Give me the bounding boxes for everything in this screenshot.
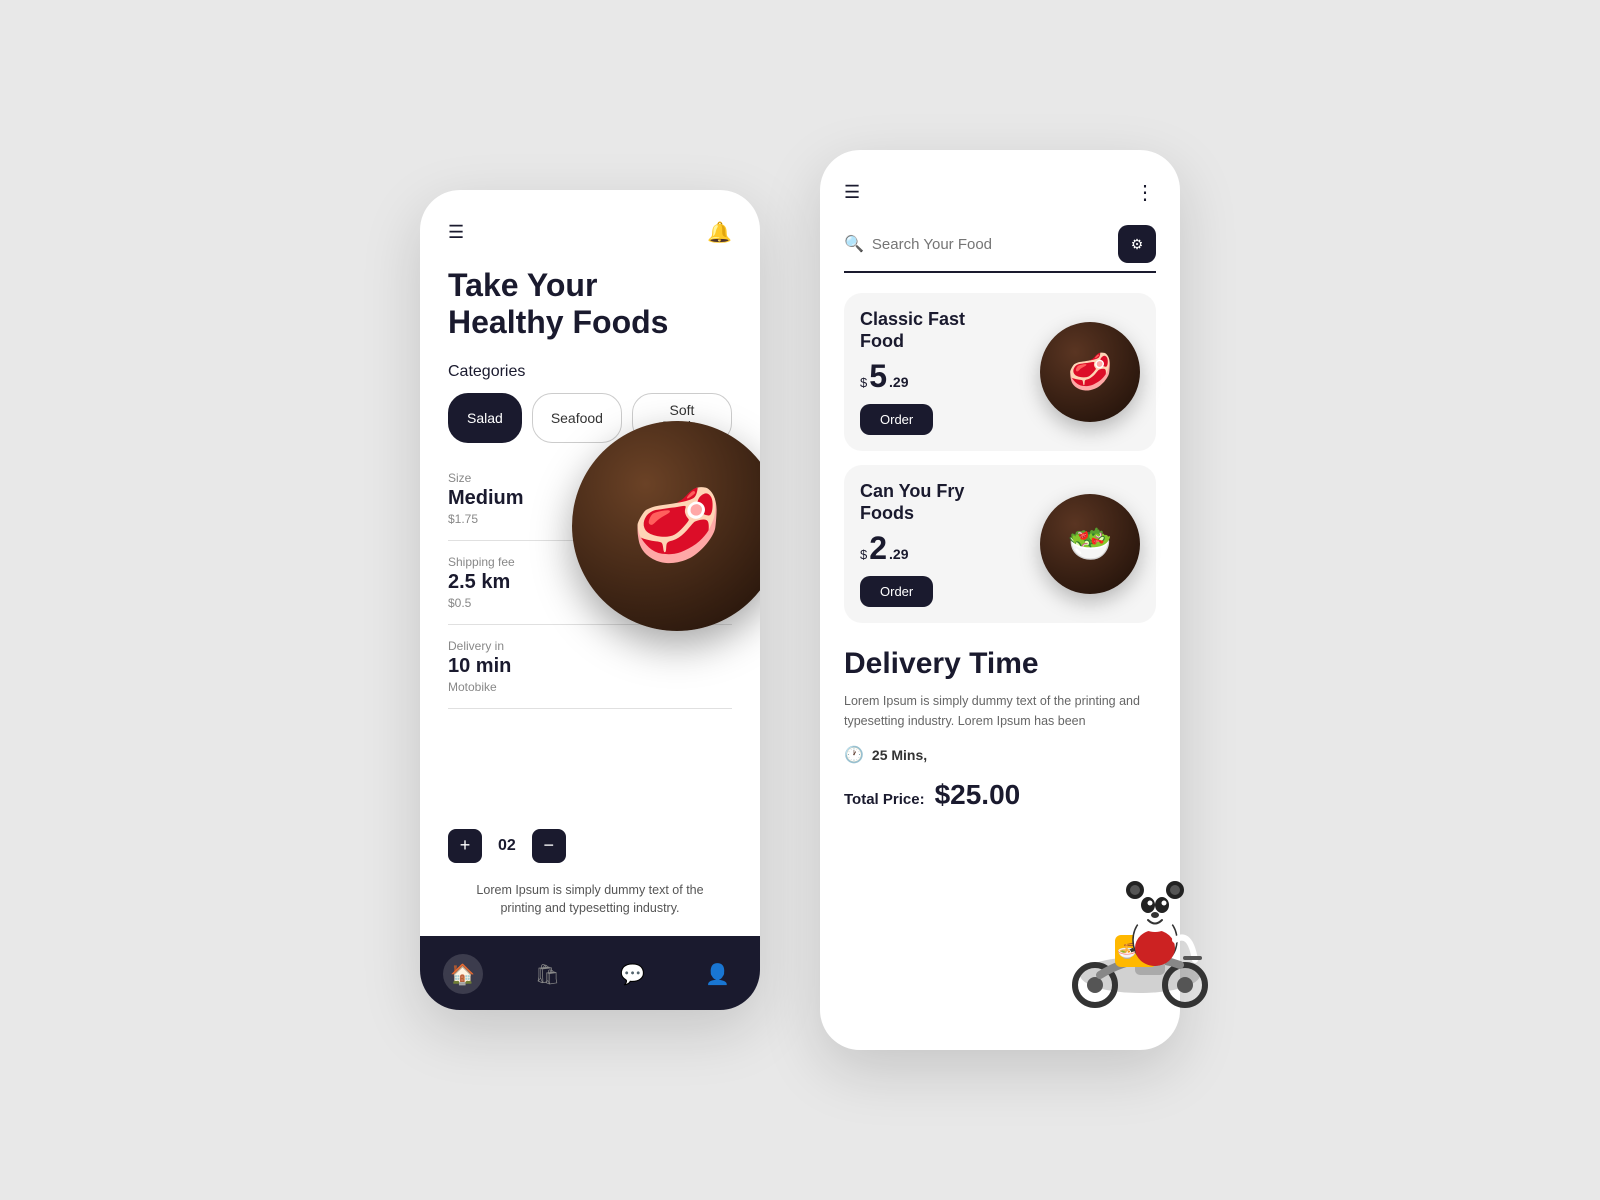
qty-decrease-button[interactable]: − bbox=[532, 829, 566, 863]
card-2-image: 🥗 bbox=[1040, 494, 1140, 594]
hero-title: Take Your Healthy Foods bbox=[448, 267, 732, 341]
delivery-mode: Motobike bbox=[448, 680, 622, 694]
filter-button[interactable]: ⚙ bbox=[1118, 225, 1156, 263]
dollar-sign-2: $ bbox=[860, 547, 867, 562]
right-hamburger-icon[interactable]: ☰ bbox=[844, 182, 860, 203]
delivery-time-value: 10 min bbox=[448, 655, 622, 678]
categories-label: Categories bbox=[448, 363, 732, 381]
clock-icon: 🕐 bbox=[844, 745, 864, 765]
delivery-detail: Delivery in 10 min Motobike bbox=[448, 639, 732, 709]
delivery-desc: Lorem Ipsum is simply dummy text of the … bbox=[844, 691, 1156, 731]
nav-chat-icon[interactable]: 💬 bbox=[613, 954, 653, 994]
qty-value: 02 bbox=[498, 837, 516, 855]
nav-bag-icon[interactable]: 🛍 bbox=[528, 954, 568, 994]
search-icon: 🔍 bbox=[844, 234, 864, 254]
delivery-time-row: 🕐 25 Mins, bbox=[844, 745, 1156, 765]
left-top-bar: ☰ 🔔 bbox=[448, 220, 732, 245]
shipping-price: $0.5 bbox=[448, 596, 622, 610]
order-button-2[interactable]: Order bbox=[860, 576, 933, 607]
tag-salad[interactable]: Salad bbox=[448, 393, 522, 443]
card-2-price: $ 2 .29 bbox=[860, 532, 1028, 564]
delivery-in-label: Delivery in bbox=[448, 639, 622, 653]
filter-icon: ⚙ bbox=[1131, 236, 1144, 253]
panda-mascot: 🍜 bbox=[1060, 810, 1220, 1010]
food-details: 🥩 Size Medium $1.75 Shipping fee 2.5 km … bbox=[448, 471, 732, 863]
nav-home-icon[interactable]: 🏠 bbox=[443, 954, 483, 994]
search-input[interactable] bbox=[872, 236, 1110, 253]
price-main-2: 2 bbox=[869, 532, 887, 564]
nav-profile-icon[interactable]: 👤 bbox=[698, 954, 738, 994]
dots-menu-icon[interactable]: ⋮ bbox=[1135, 180, 1156, 205]
qty-increase-button[interactable]: + bbox=[448, 829, 482, 863]
food-card-1: Classic FastFood $ 5 .29 Order 🥩 bbox=[844, 293, 1156, 451]
tag-seafood[interactable]: Seafood bbox=[532, 393, 622, 443]
card-1-price: $ 5 .29 bbox=[860, 360, 1028, 392]
card-2-title: Can You FryFoods bbox=[860, 481, 1028, 524]
total-row: Total Price: $25.00 bbox=[844, 779, 1156, 811]
right-phone: ☰ ⋮ 🔍 ⚙ Classic FastFood $ 5 .29 Order 🥩… bbox=[820, 150, 1180, 1050]
total-label: Total Price: bbox=[844, 791, 925, 808]
price-cents-1: .29 bbox=[889, 374, 908, 390]
left-phone: ☰ 🔔 Take Your Healthy Foods Categories S… bbox=[420, 190, 760, 1010]
total-value: $25.00 bbox=[935, 779, 1021, 811]
search-bar: 🔍 ⚙ bbox=[844, 225, 1156, 273]
delivery-time-text: 25 Mins, bbox=[872, 747, 927, 763]
order-button-1[interactable]: Order bbox=[860, 404, 933, 435]
price-main-1: 5 bbox=[869, 360, 887, 392]
card-1-image: 🥩 bbox=[1040, 322, 1140, 422]
price-cents-2: .29 bbox=[889, 546, 908, 562]
delivery-title: Delivery Time bbox=[844, 647, 1156, 681]
food-card-2: Can You FryFoods $ 2 .29 Order 🥗 bbox=[844, 465, 1156, 623]
bottom-nav: 🏠 🛍 💬 👤 bbox=[420, 936, 760, 1010]
dollar-sign-1: $ bbox=[860, 375, 867, 390]
dummy-text: Lorem Ipsum is simply dummy text of the … bbox=[448, 881, 732, 919]
card-1-info: Classic FastFood $ 5 .29 Order bbox=[860, 309, 1028, 435]
card-2-info: Can You FryFoods $ 2 .29 Order bbox=[860, 481, 1028, 607]
hamburger-icon[interactable]: ☰ bbox=[448, 222, 464, 243]
quantity-control: + 02 − bbox=[448, 829, 732, 863]
panda-svg: 🍜 bbox=[1060, 810, 1220, 1010]
bell-icon[interactable]: 🔔 bbox=[707, 220, 732, 245]
right-top-bar: ☰ ⋮ bbox=[844, 180, 1156, 205]
card-1-title: Classic FastFood bbox=[860, 309, 1028, 352]
